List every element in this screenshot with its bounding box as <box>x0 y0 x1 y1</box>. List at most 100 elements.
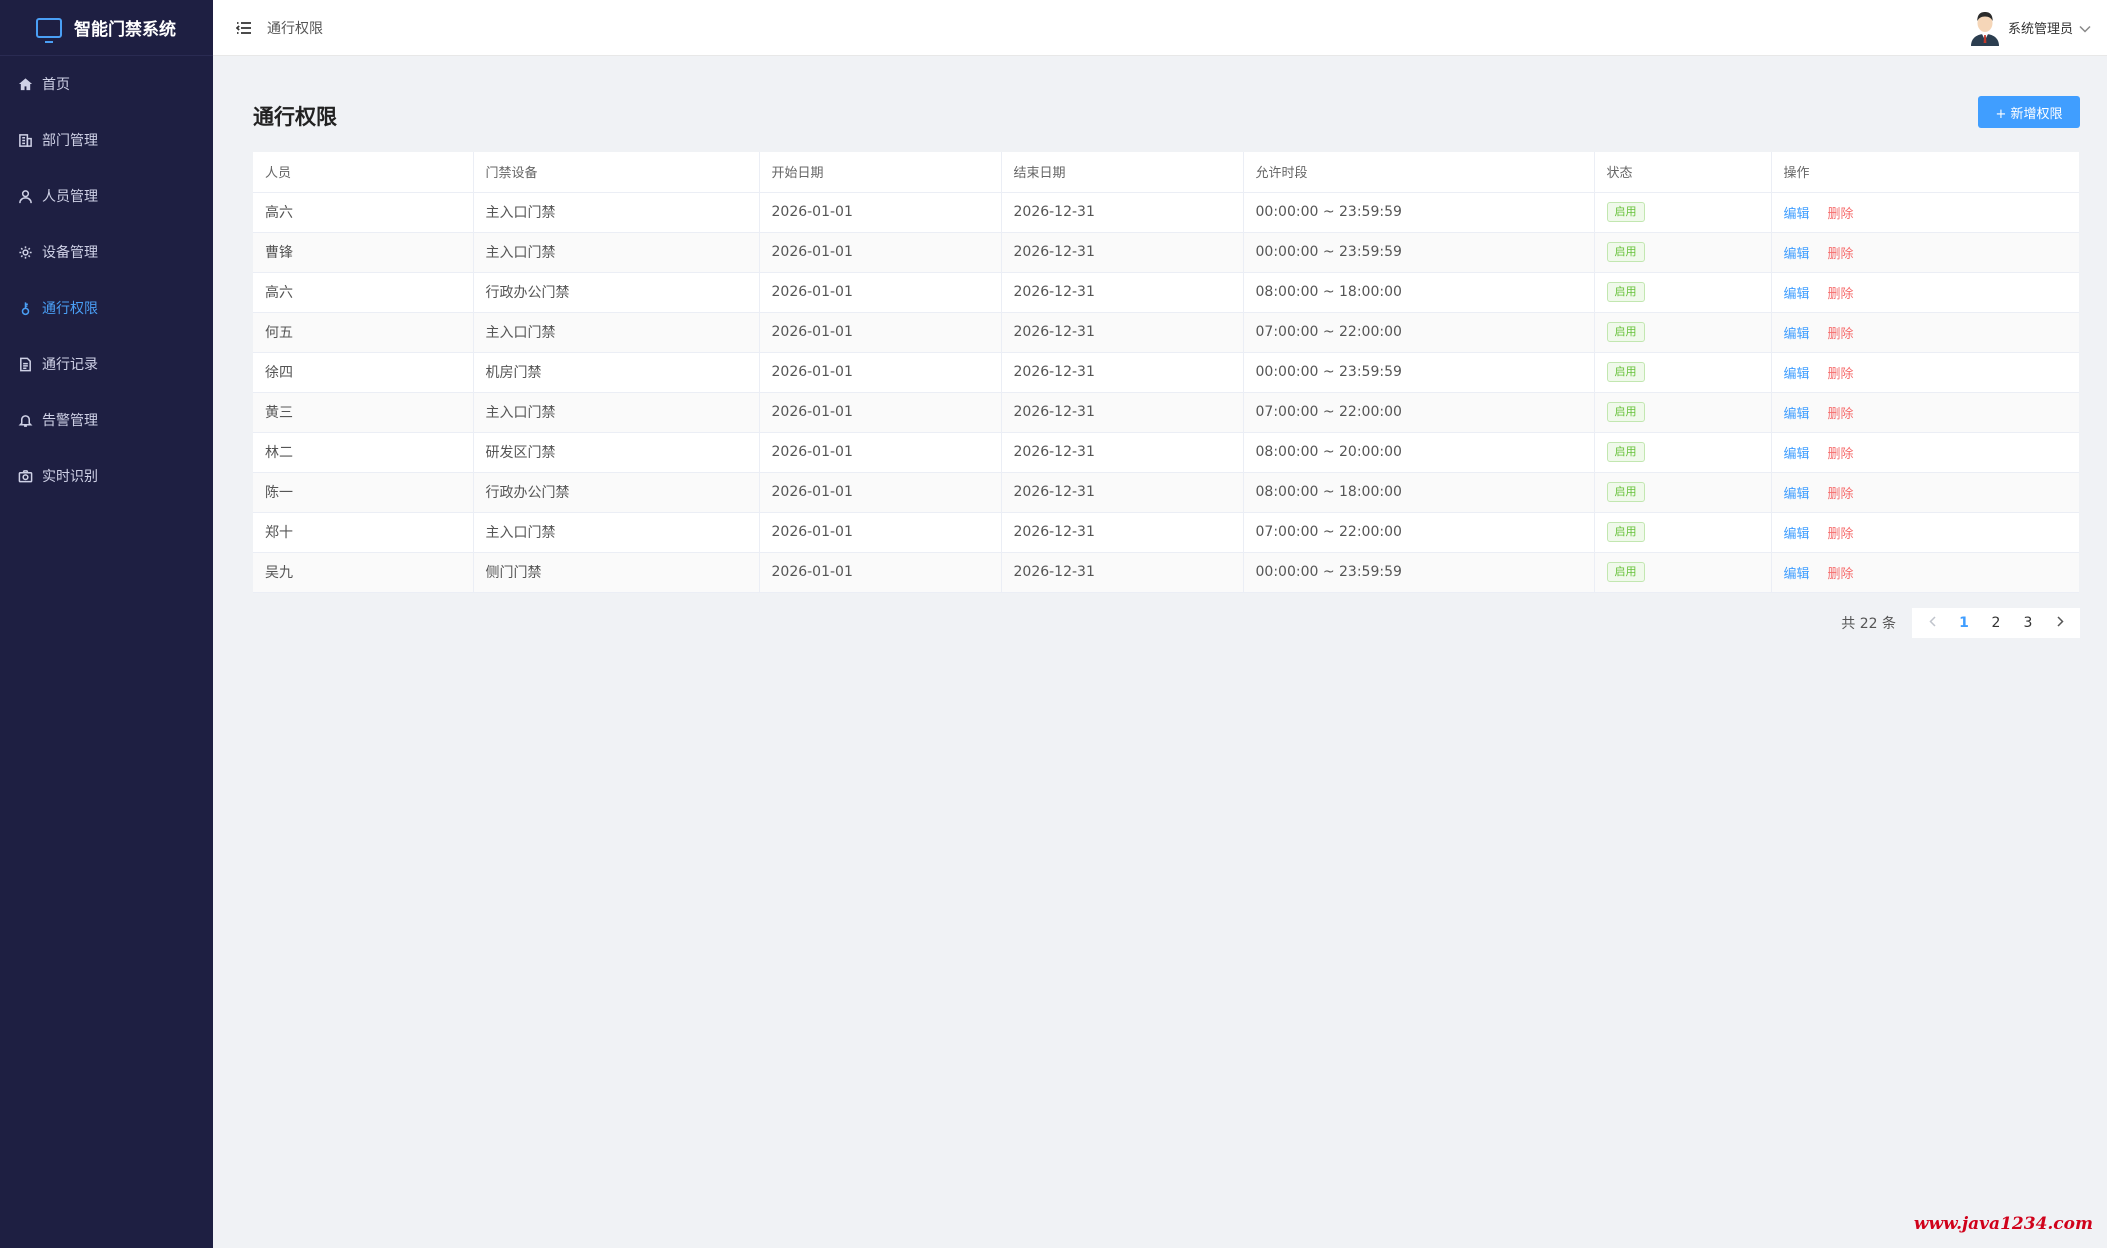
home-icon <box>16 75 34 93</box>
table-row: 郑十 主入口门禁 2026-01-01 2026-12-31 07:00:00 ~ 22… <box>253 512 2079 553</box>
cell-device: 主入口门禁 <box>473 312 760 353</box>
status-badge: 启用 <box>1606 202 1645 222</box>
cell-device: 机房门禁 <box>473 352 760 393</box>
bell-icon <box>16 411 34 429</box>
chevron-left-icon <box>1928 616 1936 627</box>
cell-status: 启用 <box>1594 472 1772 513</box>
cell-actions: 编辑 删除 <box>1771 432 2079 473</box>
cell-end-date: 2026-12-31 <box>1001 432 1244 473</box>
edit-button[interactable]: 编辑 <box>1784 527 1810 542</box>
cell-device: 行政办公门禁 <box>473 472 760 513</box>
cell-end-date: 2026-12-31 <box>1001 192 1244 233</box>
breadcrumb[interactable]: 通行权限 <box>267 18 323 38</box>
page-button-3[interactable]: 3 <box>2012 615 2044 631</box>
edit-button[interactable]: 编辑 <box>1784 207 1810 222</box>
cell-status: 启用 <box>1594 192 1772 233</box>
cell-status: 启用 <box>1594 232 1772 273</box>
edit-button[interactable]: 编辑 <box>1784 447 1810 462</box>
delete-button[interactable]: 删除 <box>1828 327 1854 342</box>
cell-person: 林二 <box>253 432 474 473</box>
cell-status: 启用 <box>1594 352 1772 393</box>
sidebar-item-label: 首页 <box>42 77 70 93</box>
watermark: www.java1234.com <box>1913 1214 2093 1234</box>
column-header-allowed-period: 允许时段 <box>1243 152 1595 193</box>
delete-button[interactable]: 删除 <box>1828 567 1854 582</box>
table-row: 黄三 主入口门禁 2026-01-01 2026-12-31 07:00:00 ~ 22… <box>253 392 2079 433</box>
sidebar-item-devices[interactable]: 设备管理 <box>0 224 213 280</box>
cell-end-date: 2026-12-31 <box>1001 512 1244 553</box>
sidebar-item-label: 告警管理 <box>42 413 98 429</box>
edit-button[interactable]: 编辑 <box>1784 567 1810 582</box>
status-badge: 启用 <box>1606 522 1645 542</box>
page-button-1[interactable]: 1 <box>1948 615 1980 631</box>
main-content: 通行权限 + 新增权限 人员 门禁设备 开始日期 结束日期 允许时段 状态 操作… <box>253 56 2080 638</box>
delete-button[interactable]: 删除 <box>1828 367 1854 382</box>
cell-person: 曹锋 <box>253 232 474 273</box>
next-page-button[interactable] <box>2044 615 2076 631</box>
chevron-right-icon <box>2056 616 2064 627</box>
sidebar-item-live-recognition[interactable]: 实时识别 <box>0 448 213 504</box>
cell-allowed-period: 00:00:00 ~ 23:59:59 <box>1243 192 1595 233</box>
cell-device: 研发区门禁 <box>473 432 760 473</box>
sidebar-item-departments[interactable]: 部门管理 <box>0 112 213 168</box>
status-badge: 启用 <box>1606 402 1645 422</box>
sidebar-item-home[interactable]: 首页 <box>0 56 213 112</box>
cell-end-date: 2026-12-31 <box>1001 312 1244 353</box>
sidebar: 智能门禁系统 首页 部门管理 人员管理 设备管理 通行权限 通行记录 告警管理 … <box>0 0 213 1248</box>
cell-end-date: 2026-12-31 <box>1001 272 1244 313</box>
sidebar-item-personnel[interactable]: 人员管理 <box>0 168 213 224</box>
delete-button[interactable]: 删除 <box>1828 447 1854 462</box>
status-badge: 启用 <box>1606 442 1645 462</box>
delete-button[interactable]: 删除 <box>1828 287 1854 302</box>
cell-start-date: 2026-01-01 <box>759 312 1002 353</box>
sidebar-item-access-records[interactable]: 通行记录 <box>0 336 213 392</box>
cell-allowed-period: 07:00:00 ~ 22:00:00 <box>1243 392 1595 433</box>
table-header-row: 人员 门禁设备 开始日期 结束日期 允许时段 状态 操作 <box>253 152 2079 193</box>
monitor-icon <box>36 17 62 43</box>
cell-person: 黄三 <box>253 392 474 433</box>
cell-person: 高六 <box>253 192 474 233</box>
camera-icon <box>16 467 34 485</box>
edit-button[interactable]: 编辑 <box>1784 247 1810 262</box>
sidebar-menu: 首页 部门管理 人员管理 设备管理 通行权限 通行记录 告警管理 实时识别 <box>0 56 213 504</box>
cell-end-date: 2026-12-31 <box>1001 552 1244 593</box>
delete-button[interactable]: 删除 <box>1828 527 1854 542</box>
status-badge: 启用 <box>1606 242 1645 262</box>
column-header-start-date: 开始日期 <box>759 152 1002 193</box>
cell-status: 启用 <box>1594 392 1772 433</box>
cell-actions: 编辑 删除 <box>1771 472 2079 513</box>
delete-button[interactable]: 删除 <box>1828 247 1854 262</box>
sidebar-item-label: 人员管理 <box>42 189 98 205</box>
edit-button[interactable]: 编辑 <box>1784 287 1810 302</box>
sidebar-item-access-permissions[interactable]: 通行权限 <box>0 280 213 336</box>
cell-end-date: 2026-12-31 <box>1001 392 1244 433</box>
sidebar-item-alarms[interactable]: 告警管理 <box>0 392 213 448</box>
edit-button[interactable]: 编辑 <box>1784 407 1810 422</box>
cell-start-date: 2026-01-01 <box>759 232 1002 273</box>
column-header-actions: 操作 <box>1771 152 2079 193</box>
menu-toggle-icon[interactable] <box>235 19 253 37</box>
cell-start-date: 2026-01-01 <box>759 272 1002 313</box>
table-row: 徐四 机房门禁 2026-01-01 2026-12-31 00:00:00 ~ 23:… <box>253 352 2079 393</box>
edit-button[interactable]: 编辑 <box>1784 367 1810 382</box>
cell-actions: 编辑 删除 <box>1771 192 2079 233</box>
cell-status: 启用 <box>1594 272 1772 313</box>
cell-actions: 编辑 删除 <box>1771 392 2079 433</box>
delete-button[interactable]: 删除 <box>1828 207 1854 222</box>
brand[interactable]: 智能门禁系统 <box>0 0 213 56</box>
edit-button[interactable]: 编辑 <box>1784 487 1810 502</box>
edit-button[interactable]: 编辑 <box>1784 327 1810 342</box>
page-button-2[interactable]: 2 <box>1980 615 2012 631</box>
table-row: 何五 主入口门禁 2026-01-01 2026-12-31 07:00:00 ~ 22… <box>253 312 2079 353</box>
permissions-table: 人员 门禁设备 开始日期 结束日期 允许时段 状态 操作 高六 主入口门禁 2026… <box>253 152 2079 593</box>
delete-button[interactable]: 删除 <box>1828 407 1854 422</box>
top-header: 通行权限 系统管理员 <box>213 0 2107 56</box>
cell-status: 启用 <box>1594 552 1772 593</box>
pagination-box: 1 2 3 <box>1912 608 2080 638</box>
cell-allowed-period: 08:00:00 ~ 18:00:00 <box>1243 472 1595 513</box>
document-icon <box>16 355 34 373</box>
delete-button[interactable]: 删除 <box>1828 487 1854 502</box>
user-menu[interactable]: 系统管理员 <box>1968 8 2091 46</box>
add-permission-button[interactable]: + 新增权限 <box>1978 96 2080 128</box>
prev-page-button[interactable] <box>1916 615 1948 631</box>
